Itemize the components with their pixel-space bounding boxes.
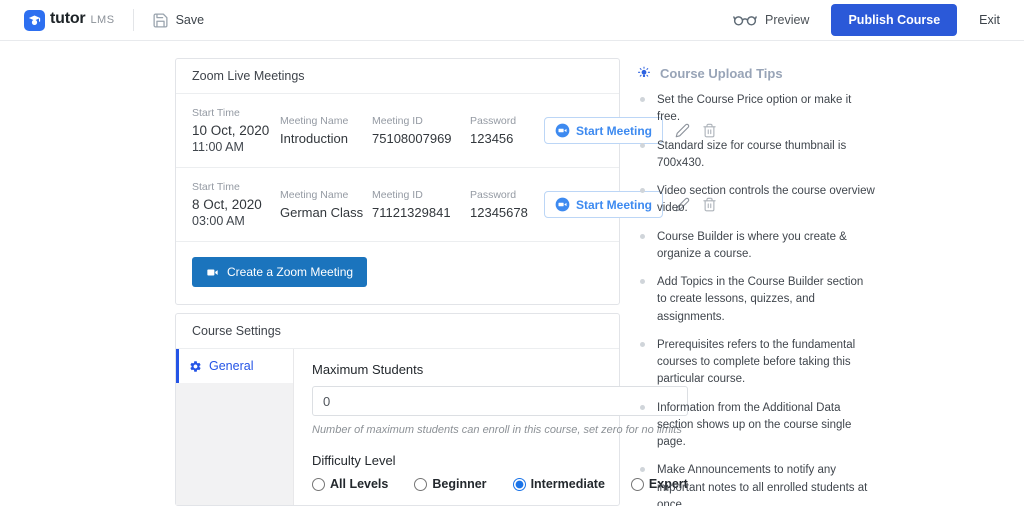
radio-intermediate[interactable]: Intermediate [512,477,605,491]
create-zoom-meeting-label: Create a Zoom Meeting [227,265,354,279]
max-students-input[interactable] [312,386,688,416]
gear-icon [190,360,201,372]
meeting-row: Start Time 8 Oct, 2020 03:00 AM Meeting … [176,168,716,242]
zoom-live-meetings-panel: Zoom Live Meetings Start Time 10 Oct, 20… [175,58,716,305]
meeting-name: Meeting Name Introduction [280,115,349,146]
meeting-time: 03:00 AM [192,214,245,228]
course-settings-panel: Course Settings General Maximum Students… [175,313,688,506]
tips-title: Course Upload Tips [660,65,783,81]
meeting-id: Meeting ID 71121329841 [372,189,451,220]
save-icon [152,12,169,29]
tab-general-label: General [209,359,254,373]
meeting-name: Meeting Name German Class [280,189,364,220]
settings-tab-list: General [176,349,294,505]
tip-item: Prerequisites refers to the fundamental … [636,337,876,389]
course-upload-tips: Course Upload Tips Set the Course Price … [636,58,876,506]
tutor-logo-icon [24,9,45,31]
tip-item: Standard size for course thumbnail is 70… [636,138,876,173]
content-area: Zoom Live Meetings Start Time 10 Oct, 20… [0,41,1024,506]
radio-beginner-input[interactable] [414,477,428,491]
tip-item: Set the Course Price option or make it f… [636,92,876,127]
topbar-divider [132,9,134,31]
max-students-help: Number of maximum students can enroll in… [312,424,682,436]
lightbulb-icon [638,66,650,77]
brand-name: tutor [50,9,86,27]
publish-course-button[interactable]: Publish Course [831,4,958,36]
difficulty-radio-group: All Levels Beginner Intermediate Expert [312,477,688,491]
radio-beginner[interactable]: Beginner [414,477,487,491]
exit-button[interactable]: Exit [979,13,1000,27]
create-zoom-meeting-button[interactable]: Create a Zoom Meeting [192,257,368,287]
radio-all-levels-input[interactable] [312,477,325,491]
tutor-lms-logo[interactable]: tutor LMS [24,9,115,31]
tip-item: Make Announcements to notify any importa… [636,462,876,506]
brand-suffix: LMS [90,13,115,26]
radio-intermediate-input[interactable] [512,477,526,491]
tip-item: Add Topics in the Course Builder section… [636,274,876,326]
meeting-row: Start Time 10 Oct, 2020 11:00 AM Meeting… [176,94,716,168]
course-settings-title: Course Settings [176,314,619,349]
glasses-icon [733,13,757,27]
tips-list: Set the Course Price option or make it f… [636,92,876,506]
video-camera-icon [206,266,219,279]
meeting-id: Meeting ID 75108007969 [372,115,452,146]
zoom-camera-icon [555,123,570,138]
meeting-password: Password 123456 [470,115,517,146]
tip-item: Information from the Additional Data sec… [636,400,876,452]
save-button[interactable]: Save [152,12,205,29]
preview-label: Preview [765,13,810,27]
top-bar: tutor LMS Save Preview Publish Course Ex… [0,0,1024,41]
meeting-password: Password 12345678 [470,189,528,220]
meeting-start-time: Start Time 10 Oct, 2020 11:00 AM [192,107,272,154]
zoom-panel-title: Zoom Live Meetings [176,59,619,94]
zoom-camera-icon [555,197,570,212]
meeting-date: 8 Oct, 2020 [192,197,262,212]
difficulty-level-label: Difficulty Level [312,453,396,468]
tab-general[interactable]: General [176,349,293,383]
tip-item: Video section controls the course overvi… [636,183,876,218]
meeting-time: 11:00 AM [192,140,244,154]
preview-button[interactable]: Preview [733,13,809,27]
meeting-start-time: Start Time 8 Oct, 2020 03:00 AM [192,181,272,228]
radio-all-levels[interactable]: All Levels [312,477,388,491]
tip-item: Course Builder is where you create & org… [636,229,876,264]
meeting-date: 10 Oct, 2020 [192,123,270,138]
max-students-label: Maximum Students [312,362,424,377]
save-label: Save [175,13,205,27]
